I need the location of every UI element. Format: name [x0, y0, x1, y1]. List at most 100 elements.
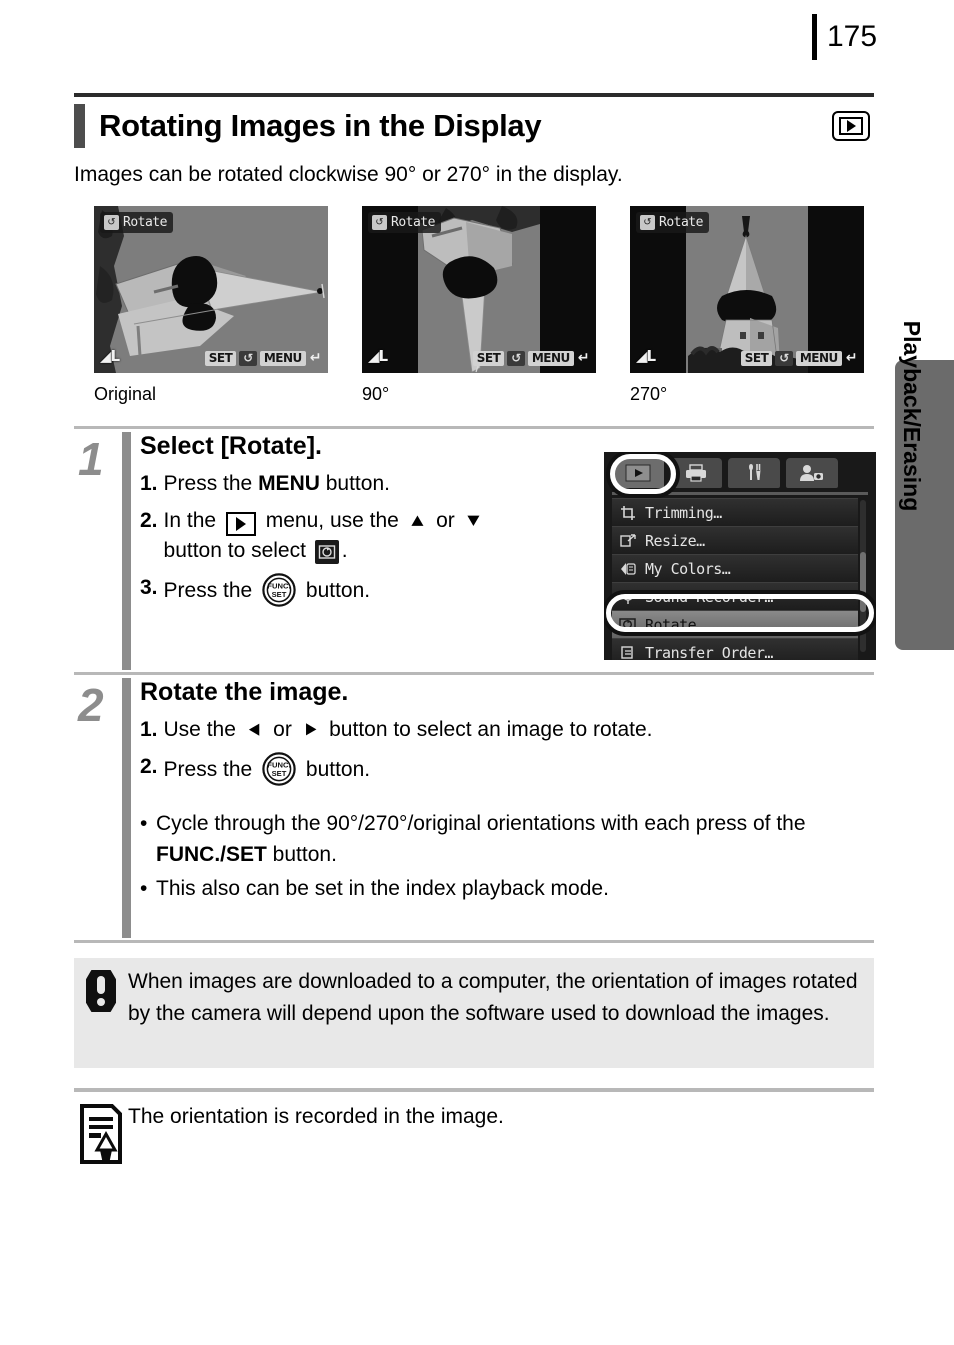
step-heading: Rotate the image. — [140, 678, 349, 706]
up-arrow-icon: ⯅ — [408, 509, 427, 534]
menu-hint: MENU — [527, 351, 574, 366]
step-number: 1 — [78, 433, 104, 485]
page-number-rule — [812, 14, 817, 60]
my-colors-icon — [618, 559, 637, 578]
title-text: Rotating Images in the Display — [99, 108, 542, 143]
trimming-icon — [618, 503, 637, 522]
sound-recorder-icon — [618, 587, 637, 606]
figure-90: ↺ Rotate ◢L SET ↺ MENU ↵ 90° — [362, 206, 596, 404]
title-top-rule — [74, 93, 874, 97]
note-text: The orientation is recorded in the image… — [128, 1105, 504, 1128]
lcd-preview: ↺ Rotate ◢L SET ↺ MENU ↵ — [362, 206, 596, 373]
bullet-item: • Cycle through the 90°/270°/original or… — [140, 808, 874, 870]
menu-item-sound-recorder[interactable]: Sound Recorder… — [612, 582, 858, 610]
left-arrow-icon: ⯇ — [245, 718, 264, 743]
note-pencil-icon — [74, 1098, 128, 1166]
set-hint: SET — [204, 351, 237, 366]
rotate-icon — [618, 615, 637, 634]
set-hint: SET — [740, 351, 773, 366]
func-set-button-icon: FUNC. SET — [262, 752, 296, 786]
rotate-icon: ↺ — [239, 351, 257, 366]
rotate-mode-badge: ↺ Rotate — [100, 212, 173, 233]
image-quality-mark: ◢L — [100, 347, 120, 365]
bullet-text: This also can be set in the index playba… — [156, 877, 609, 900]
camera-menu-list: Trimming… Resize… My Colors… Sound Recor… — [612, 498, 858, 660]
rotate-icon: ↺ — [372, 215, 387, 230]
playback-icon — [832, 111, 870, 141]
set-hint: SET — [472, 351, 505, 366]
step-2: 2 Rotate the image. 1. Use the ⯇ or ⯈ bu… — [74, 678, 874, 938]
playback-tab-icon[interactable] — [612, 458, 664, 488]
step-accent-bar — [122, 678, 131, 938]
svg-text:SET: SET — [272, 769, 287, 778]
bullet-marker: • — [140, 812, 148, 835]
bullet-item: • This also can be set in the index play… — [140, 873, 874, 904]
svg-text:SET: SET — [272, 590, 287, 599]
rotate-badge-label: Rotate — [391, 215, 435, 230]
step-accent-bar — [122, 432, 131, 670]
caution-box: When images are downloaded to a computer… — [74, 958, 874, 1068]
rotate-icon: ↺ — [640, 215, 655, 230]
step-number: 2 — [78, 679, 104, 731]
back-arrow-icon: ↵ — [577, 350, 590, 366]
func-set-label: FUNC./SET — [156, 843, 267, 866]
settings-tab-icon[interactable] — [728, 458, 780, 488]
figure-caption: 90° — [362, 384, 390, 404]
rotate-icon: ↺ — [104, 215, 119, 230]
caution-text: When images are downloaded to a computer… — [128, 970, 858, 1025]
resize-icon — [618, 531, 637, 550]
menu-item-label: Rotate… — [645, 615, 705, 634]
page-number-value: 175 — [827, 20, 878, 53]
bullet-marker: • — [140, 877, 148, 900]
menu-item-label: Resize… — [645, 531, 705, 550]
figure-caption: 270° — [630, 384, 668, 404]
page-number: 175 — [812, 14, 877, 60]
substep-number: 1. — [140, 472, 158, 495]
menu-item-my-colors[interactable]: My Colors… — [612, 554, 858, 582]
rotate-badge-label: Rotate — [123, 215, 167, 230]
print-tab-icon[interactable] — [670, 458, 722, 488]
rotate-mode-badge: ↺ Rotate — [636, 212, 709, 233]
back-arrow-icon: ↵ — [845, 350, 858, 366]
page-title: Rotating Images in the Display — [74, 100, 874, 152]
menu-hint: MENU — [795, 351, 842, 366]
lcd-button-hints: SET ↺ MENU ↵ — [204, 350, 322, 366]
figure-caption: Original — [94, 384, 157, 404]
menu-item-rotate[interactable]: Rotate… — [612, 610, 858, 638]
menu-item-label: Sound Recorder… — [645, 587, 773, 606]
rotate-icon: ↺ — [507, 351, 525, 366]
menu-item-label: My Colors… — [645, 559, 731, 578]
menu-item-transfer-order[interactable]: Transfer Order… — [612, 638, 858, 660]
exclamation-icon — [74, 958, 128, 1012]
func-set-button-icon: FUNC. SET — [262, 573, 296, 607]
lcd-preview: ↺ Rotate ◢L SET ↺ MENU ↵ — [630, 206, 864, 373]
section-side-tab: Playback/Erasing — [895, 321, 954, 650]
step-2-top-rule — [74, 672, 874, 675]
lcd-button-hints: SET ↺ MENU ↵ — [740, 350, 858, 366]
playback-menu-icon — [225, 512, 256, 536]
camera-menu-screenshot: Trimming… Resize… My Colors… Sound Recor… — [604, 452, 876, 660]
rotate-mode-badge: ↺ Rotate — [368, 212, 441, 233]
rotate-icon: ↺ — [775, 351, 793, 366]
transfer-order-icon — [618, 643, 637, 660]
rotate-badge-label: Rotate — [659, 215, 703, 230]
back-arrow-icon: ↵ — [309, 350, 322, 366]
figure-270: ↺ Rotate ◢L SET ↺ MENU ↵ 270° — [630, 206, 864, 404]
menu-item-label: Transfer Order… — [645, 643, 773, 661]
menu-item-trimming[interactable]: Trimming… — [612, 498, 858, 526]
menu-hint: MENU — [259, 351, 306, 366]
menu-button-label: MENU — [258, 472, 320, 495]
lcd-button-hints: SET ↺ MENU ↵ — [472, 350, 590, 366]
menu-item-label: Trimming… — [645, 503, 722, 522]
my-camera-tab-icon[interactable] — [786, 458, 838, 488]
step-1-top-rule — [74, 426, 874, 429]
title-accent-bar — [74, 104, 85, 148]
step-2-bottom-rule — [74, 940, 874, 943]
image-quality-mark: ◢L — [636, 347, 656, 365]
note-top-rule — [74, 1088, 874, 1092]
camera-menu-scrollbar[interactable] — [860, 500, 866, 652]
substep-number: 2. — [140, 755, 158, 778]
intro-text: Images can be rotated clockwise 90° or 2… — [74, 163, 623, 186]
figure-original: ↺ Rotate ◢L SET ↺ MENU ↵ Original — [94, 206, 328, 404]
menu-item-resize[interactable]: Resize… — [612, 526, 858, 554]
